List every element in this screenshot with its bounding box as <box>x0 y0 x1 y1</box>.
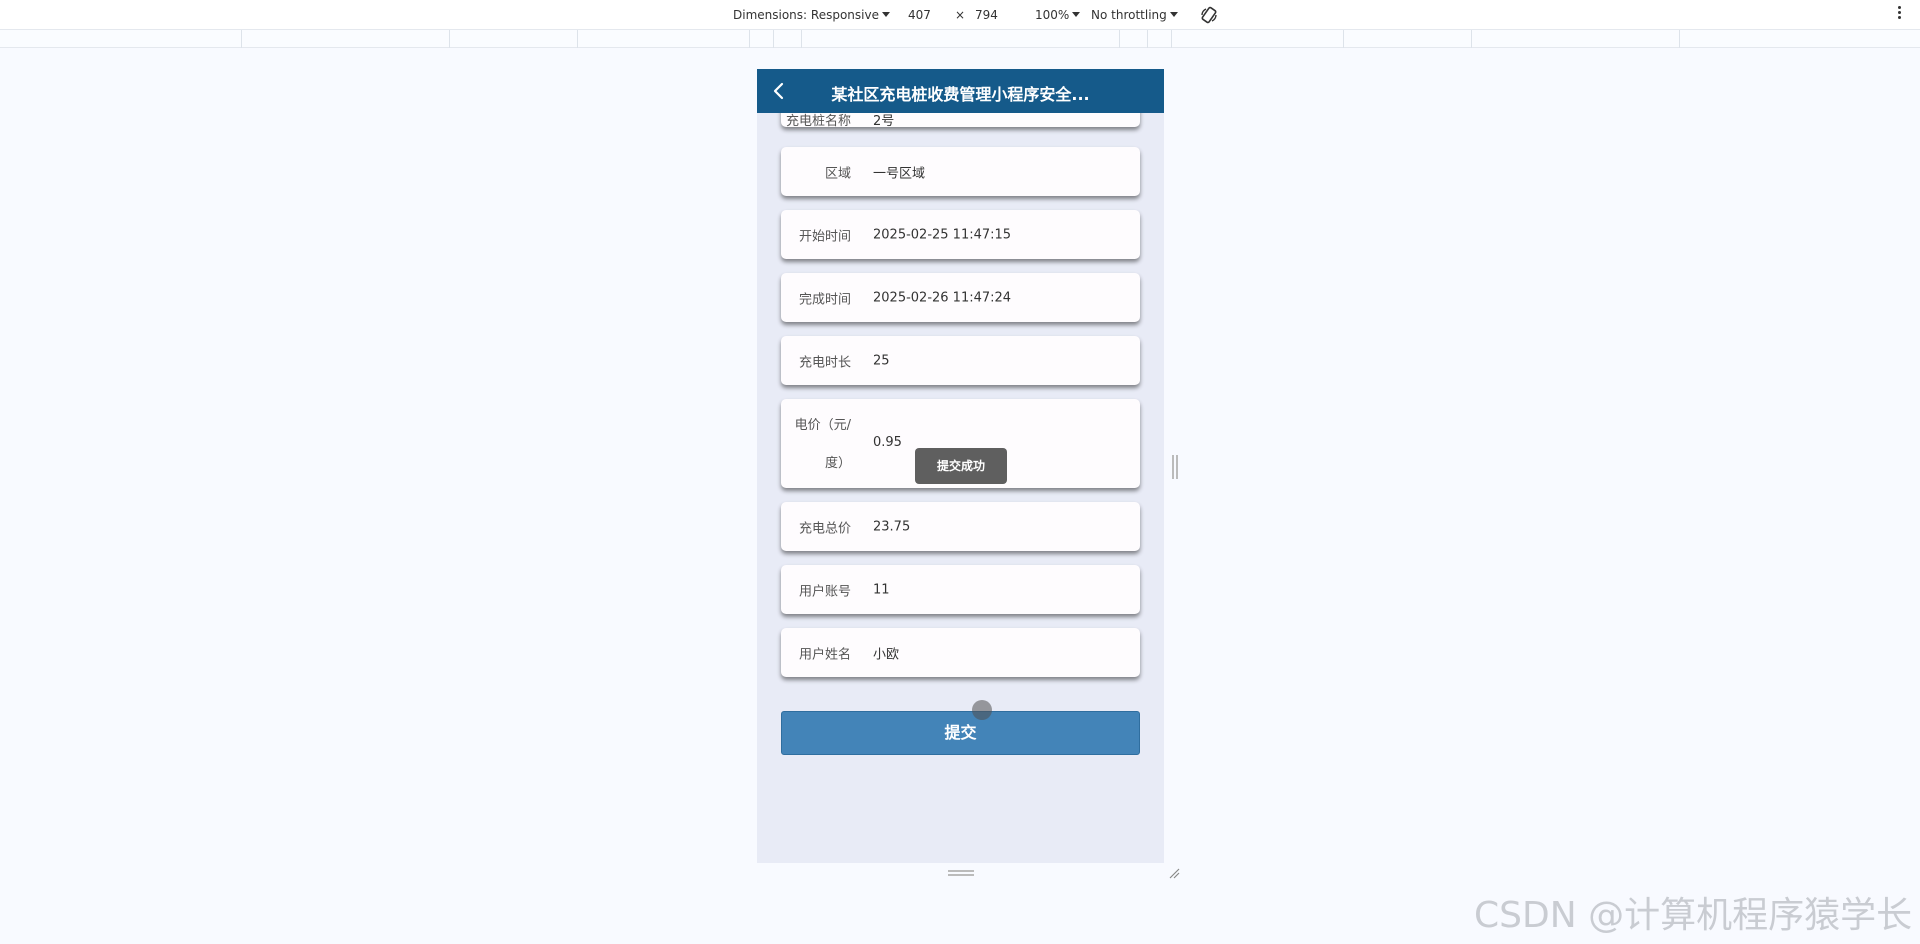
caret-down-icon <box>1072 12 1081 17</box>
field-value: 2025-02-25 11:47:15 <box>873 227 1012 242</box>
field-value: 25 <box>873 353 890 368</box>
field-label: 区域 <box>824 166 851 181</box>
field-value: 11 <box>873 582 890 597</box>
field-card-start-time: 开始时间 2025-02-25 11:47:15 <box>781 210 1140 259</box>
field-card-duration: 充电时长 25 <box>781 336 1140 385</box>
resize-handle-bottom[interactable] <box>948 870 974 876</box>
media-query-ruler <box>0 30 1920 48</box>
caret-down-icon <box>1169 12 1178 17</box>
field-card-user-account: 用户账号 11 <box>781 565 1140 614</box>
field-label: 用户账号 <box>798 584 851 599</box>
field-card-area: 区域 一号区域 <box>781 147 1140 196</box>
field-label: 电价（元/度） <box>794 418 851 471</box>
width-input[interactable]: 407 <box>908 8 931 22</box>
toast-message: 提交成功 <box>915 448 1007 484</box>
zoom-dropdown[interactable]: 100% <box>1035 8 1081 22</box>
resize-corner-icon[interactable] <box>1168 867 1180 879</box>
resize-handle-right[interactable] <box>1172 455 1178 479</box>
caret-down-icon <box>881 12 890 17</box>
throttling-dropdown[interactable]: No throttling <box>1091 8 1178 22</box>
device-viewport: 充电桩名称 2号 区域 一号区域 开始时间 2025-02-25 11:47:1… <box>757 69 1164 863</box>
height-input[interactable]: 794 <box>975 8 998 22</box>
app-header: 某社区充电桩收费管理小程序安全... <box>757 69 1164 113</box>
field-label: 完成时间 <box>798 292 851 307</box>
dimensions-dropdown[interactable]: Dimensions: Responsive <box>733 8 890 22</box>
field-value: 一号区域 <box>873 166 926 181</box>
field-value: 0.95 <box>873 435 902 450</box>
touch-cursor-indicator <box>972 700 992 720</box>
submit-button[interactable]: 提交 <box>781 711 1140 755</box>
throttling-label: No throttling <box>1091 8 1167 22</box>
rotate-icon[interactable] <box>1200 6 1218 24</box>
dimensions-label: Dimensions: Responsive <box>733 8 879 22</box>
page-title: 某社区充电桩收费管理小程序安全... <box>831 85 1090 104</box>
field-card-user-name: 用户姓名 小欧 <box>781 628 1140 677</box>
field-card-total-price: 充电总价 23.75 <box>781 502 1140 551</box>
more-options-icon[interactable] <box>1896 6 1902 22</box>
watermark-text: CSDN @计算机程序猿学长 <box>1474 895 1913 936</box>
field-value: 23.75 <box>873 519 911 534</box>
field-value: 2025-02-26 11:47:24 <box>873 290 1012 305</box>
devtools-toolbar: Dimensions: Responsive 407 × 794 100% No… <box>0 0 1920 30</box>
field-label: 用户姓名 <box>798 647 851 662</box>
field-value: 小欧 <box>873 647 900 662</box>
times-sign: × <box>955 8 966 22</box>
field-label: 开始时间 <box>798 229 851 244</box>
back-arrow-icon[interactable] <box>769 81 789 101</box>
zoom-label: 100% <box>1035 8 1070 22</box>
field-label: 充电时长 <box>798 355 851 370</box>
field-card-end-time: 完成时间 2025-02-26 11:47:24 <box>781 273 1140 322</box>
field-label: 充电总价 <box>798 521 851 536</box>
